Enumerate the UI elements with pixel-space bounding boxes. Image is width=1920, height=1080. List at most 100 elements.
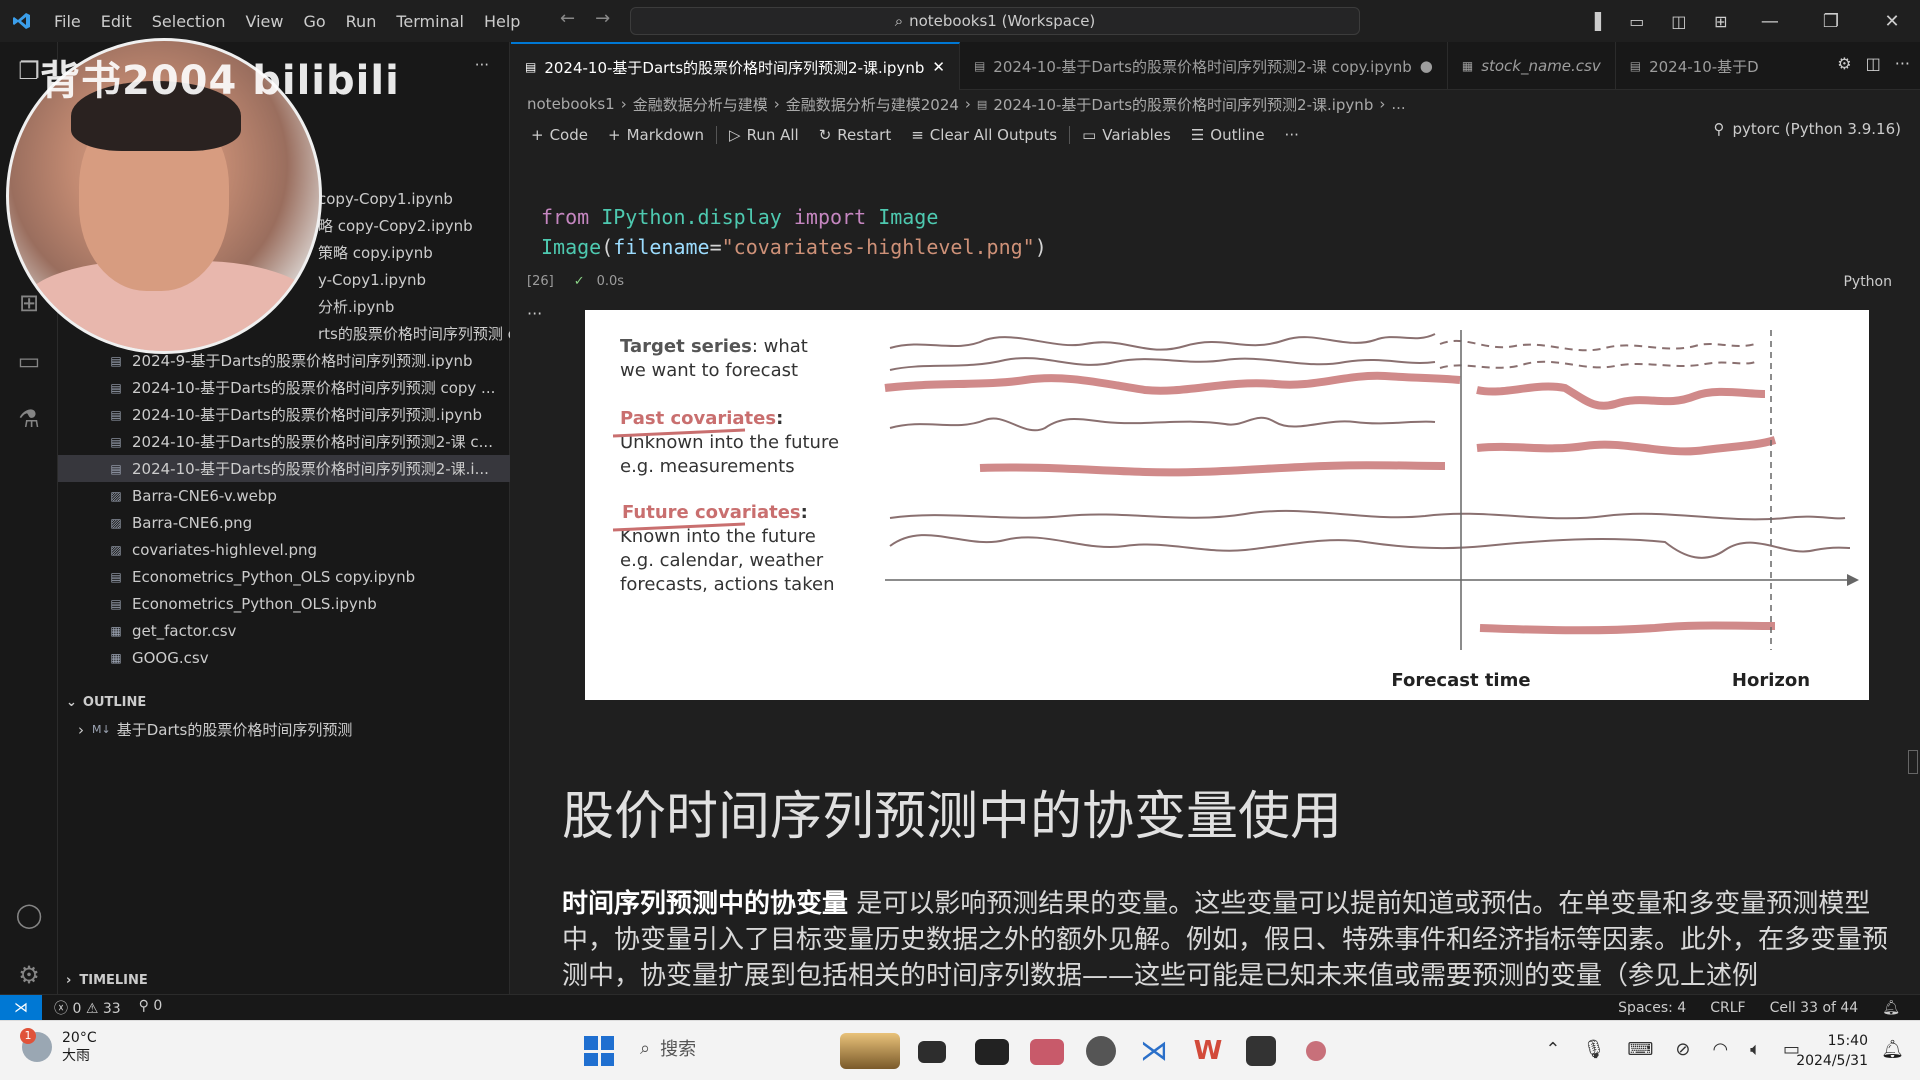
testing-icon[interactable]: ⚗ (0, 390, 58, 448)
tab-notebook-copy[interactable]: ▤ 2024-10-基于Darts的股票价格时间序列预测2-课 copy.ipy… (960, 42, 1448, 90)
file-label: covariates-highlevel.png (132, 540, 318, 559)
problems-indicator[interactable]: ⓧ 0 ⚠ 33 (54, 998, 121, 1018)
notifications-bell-icon[interactable]: 🔔︎ (1882, 1000, 1900, 1016)
menu-help[interactable]: Help (474, 12, 530, 31)
file-item-selected[interactable]: ▤ 2024-10-基于Darts的股票价格时间序列预测2-课.i... (58, 455, 510, 482)
toolbar-more-icon[interactable]: ··· (1275, 126, 1309, 144)
file-item[interactable]: ▦ get_factor.csv (58, 617, 510, 644)
chrome-browser-icon[interactable] (1086, 1036, 1116, 1066)
close-window-icon[interactable]: ✕ (1864, 11, 1920, 32)
menu-go[interactable]: Go (293, 12, 335, 31)
file-item[interactable]: ▦ GOOG.csv (58, 644, 510, 671)
breadcrumb-item[interactable]: ... (1391, 95, 1405, 113)
toggle-panel-icon[interactable]: ▭ (1616, 12, 1658, 31)
run-all-button[interactable]: ▷ Run All (719, 126, 809, 144)
ports-count: 0 (153, 997, 163, 1014)
indentation-status[interactable]: Spaces: 4 (1618, 1000, 1686, 1016)
ports-indicator[interactable]: ⚲ 0 (139, 998, 163, 1018)
toggle-primary-sidebar-icon[interactable]: ▐ (1574, 12, 1616, 31)
close-tab-icon[interactable]: ✕ (932, 58, 945, 76)
file-item[interactable]: ▤ Econometrics_Python_OLS copy.ipynb (58, 563, 510, 590)
taskbar-search[interactable]: ⌕ 搜索 (640, 1035, 696, 1061)
vscode-taskbar-icon[interactable]: ⋊ (1138, 1036, 1170, 1066)
menu-edit[interactable]: Edit (91, 12, 142, 31)
kernel-picker[interactable]: ⚲ pytorc (Python 3.9.16) (1714, 120, 1902, 138)
restart-button[interactable]: ↻ Restart (809, 126, 902, 144)
notification-center-icon[interactable]: 🔔︎ (1881, 1039, 1904, 1060)
account-icon[interactable]: ◯ (0, 886, 58, 944)
settings-gear-icon[interactable]: ⚙ (1837, 54, 1851, 73)
file-item[interactable]: ▨ Barra-CNE6-v.webp (58, 482, 510, 509)
volume-icon[interactable]: 🔈︎ (1750, 1039, 1761, 1060)
menu-selection[interactable]: Selection (142, 12, 236, 31)
split-editor-icon[interactable]: ◫ (1866, 54, 1881, 73)
chevron-up-icon[interactable]: ⌃ (1545, 1039, 1560, 1060)
add-markdown-button[interactable]: + Markdown (598, 126, 714, 144)
tab-stock-name-csv[interactable]: ▦ stock_name.csv (1448, 42, 1616, 90)
minimize-icon[interactable]: — (1742, 11, 1798, 32)
file-item[interactable]: ▤ 2024-9-基于Darts的股票价格时间序列预测.ipynb (58, 347, 510, 374)
start-menu-icon[interactable] (584, 1036, 614, 1066)
chevron-down-icon: ⌄ (66, 694, 77, 710)
target-series-line (889, 333, 1436, 351)
antivirus-icon[interactable]: ⊘ (1675, 1039, 1690, 1060)
file-explorer-icon[interactable] (918, 1041, 946, 1063)
menu-terminal[interactable]: Terminal (386, 12, 474, 31)
breadcrumb-item[interactable]: notebooks1 (527, 95, 615, 113)
menu-view[interactable]: View (236, 12, 294, 31)
tab-notebook-active[interactable]: ▤ 2024-10-基于Darts的股票价格时间序列预测2-课.ipynb ✕ (511, 42, 960, 90)
code-cell[interactable]: from IPython.display import Image Image(… (541, 202, 1047, 262)
microphone-icon[interactable]: 🎙︎ (1583, 1039, 1606, 1060)
weather-widget[interactable]: 1 20°C 大雨 (20, 1028, 97, 1065)
file-item[interactable]: ▤ 2024-10-基于Darts的股票价格时间序列预测 copy ... (58, 374, 510, 401)
taskbar-clock[interactable]: 15:40 2024/5/31 (1796, 1031, 1868, 1071)
file-item[interactable]: ▨ covariates-highlevel.png (58, 536, 510, 563)
breadcrumb-item[interactable]: 金融数据分析与建模2024 (786, 94, 959, 115)
eol-status[interactable]: CRLF (1710, 1000, 1745, 1016)
execution-count: [26] (527, 274, 554, 289)
add-code-button[interactable]: + Code (521, 126, 598, 144)
customize-layout-icon[interactable]: ⊞ (1700, 12, 1742, 31)
outline-section-header[interactable]: ⌄ OUTLINE (58, 690, 510, 714)
wps-office-icon[interactable]: W (1192, 1036, 1224, 1066)
menu-file[interactable]: File (44, 12, 91, 31)
cell-position-status[interactable]: Cell 33 of 44 (1770, 1000, 1859, 1016)
markdown-paragraph: 时间序列预测中的协变量 是可以影响预测结果的变量。这些变量可以提前知道或预估。在… (562, 886, 1902, 994)
csv-file-icon: ▦ (110, 650, 122, 665)
wifi-icon[interactable]: ◠ (1712, 1039, 1728, 1060)
input-method-icon[interactable]: ⌨ (1627, 1039, 1653, 1060)
outline-button[interactable]: ☰ Outline (1181, 126, 1275, 144)
palm-tree-widget-icon[interactable] (840, 1033, 900, 1069)
command-center-search[interactable]: ⌕ notebooks1 (Workspace) (630, 7, 1360, 35)
outline-item[interactable]: › M↓ 基于Darts的股票价格时间序列预测 (58, 716, 510, 743)
scrollbar-thumb[interactable] (1908, 750, 1918, 774)
chevron-right-icon: › (78, 720, 84, 739)
folder-app-icon[interactable] (1030, 1039, 1064, 1065)
timeline-section-header[interactable]: › TIMELINE (58, 968, 510, 992)
file-item[interactable]: ▤ 2024-10-基于Darts的股票价格时间序列预测.ipynb (58, 401, 510, 428)
variables-button[interactable]: ▭ Variables (1072, 126, 1181, 144)
notebook-file-icon: ▤ (110, 407, 122, 422)
tab-notebook-truncated[interactable]: ▤ 2024-10-基于D (1616, 42, 1773, 90)
more-actions-icon[interactable]: ··· (475, 56, 489, 74)
clear-outputs-button[interactable]: ≡ Clear All Outputs (901, 126, 1067, 144)
file-item[interactable]: ▨ Barra-CNE6.png (58, 509, 510, 536)
pycharm-app-icon[interactable] (1246, 1036, 1276, 1066)
forward-arrow-icon[interactable]: → (595, 8, 610, 29)
breadcrumb-item[interactable]: 2024-10-基于Darts的股票价格时间序列预测2-课.ipynb (993, 94, 1373, 115)
breadcrumb-item[interactable]: 金融数据分析与建模 (633, 94, 768, 115)
back-arrow-icon[interactable]: ← (560, 8, 575, 29)
recorder-app-icon[interactable] (1306, 1041, 1326, 1061)
unsaved-dot-icon[interactable]: ● (1420, 57, 1433, 75)
kernel-label: pytorc (Python 3.9.16) (1732, 120, 1902, 138)
remote-indicator-icon[interactable]: ⋊ (0, 994, 42, 1021)
file-item[interactable]: ▤ Econometrics_Python_OLS.ipynb (58, 590, 510, 617)
terminal-app-icon[interactable] (975, 1039, 1009, 1065)
restore-icon[interactable]: ❐ (1803, 11, 1859, 32)
file-item[interactable]: ▤ 2024-10-基于Darts的股票价格时间序列预测2-课 c... (58, 428, 510, 455)
toggle-secondary-sidebar-icon[interactable]: ◫ (1658, 12, 1700, 31)
menu-run[interactable]: Run (336, 12, 387, 31)
output-more-icon[interactable]: ··· (527, 304, 542, 323)
cell-language-label[interactable]: Python (1843, 274, 1892, 290)
more-actions-icon[interactable]: ··· (1895, 54, 1910, 73)
